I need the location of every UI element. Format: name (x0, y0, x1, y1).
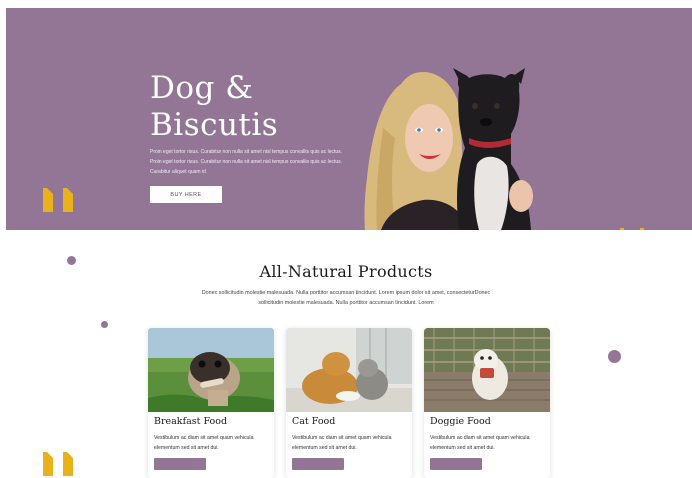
quote-mark-icon (43, 452, 73, 476)
quote-mark-icon (43, 188, 73, 212)
decorative-dot (101, 321, 108, 328)
products-title: All-Natural Products (259, 262, 433, 281)
card-title: Breakfast Food (154, 416, 228, 427)
card-text: Vestibulum ac diam sit amet quam vehicul… (154, 435, 254, 451)
card-button[interactable] (430, 458, 482, 470)
hero-banner: Dog & Biscutis Proin eget tortor risus. … (6, 8, 692, 230)
card-button[interactable] (292, 458, 344, 470)
decorative-mark (640, 228, 644, 230)
card-title: Cat Food (292, 416, 336, 427)
card-text: Vestibulum ac diam sit amet quam vehicul… (430, 435, 530, 451)
dog-and-cat-photo (286, 328, 412, 412)
card-title: Doggie Food (430, 416, 491, 427)
terrier-photo (424, 328, 550, 412)
product-card-doggie-food[interactable]: Doggie Food Vestibulum ac diam sit amet … (424, 328, 550, 478)
woman-with-dog-photo (364, 68, 533, 230)
card-text: Vestibulum ac diam sit amet quam vehicul… (292, 435, 392, 451)
hero-title: Dog & Biscutis (150, 70, 278, 144)
pug-photo (148, 328, 274, 412)
products-description: Donec sollicitudin molestie malesuada. N… (201, 290, 491, 306)
product-card-breakfast[interactable]: Breakfast Food Vestibulum ac diam sit am… (148, 328, 274, 478)
decorative-dot (608, 350, 621, 363)
decorative-mark (620, 228, 624, 230)
hero-title-line-1: Dog & (150, 70, 254, 106)
hero-title-line-2: Biscutis (150, 107, 279, 143)
hero-description: Proin eget tortor risus. Curabitur non n… (150, 149, 343, 175)
product-card-cat-food[interactable]: Cat Food Vestibulum ac diam sit amet qua… (286, 328, 412, 478)
card-button[interactable] (154, 458, 206, 470)
buy-here-button[interactable]: BUY HERE (150, 186, 222, 203)
